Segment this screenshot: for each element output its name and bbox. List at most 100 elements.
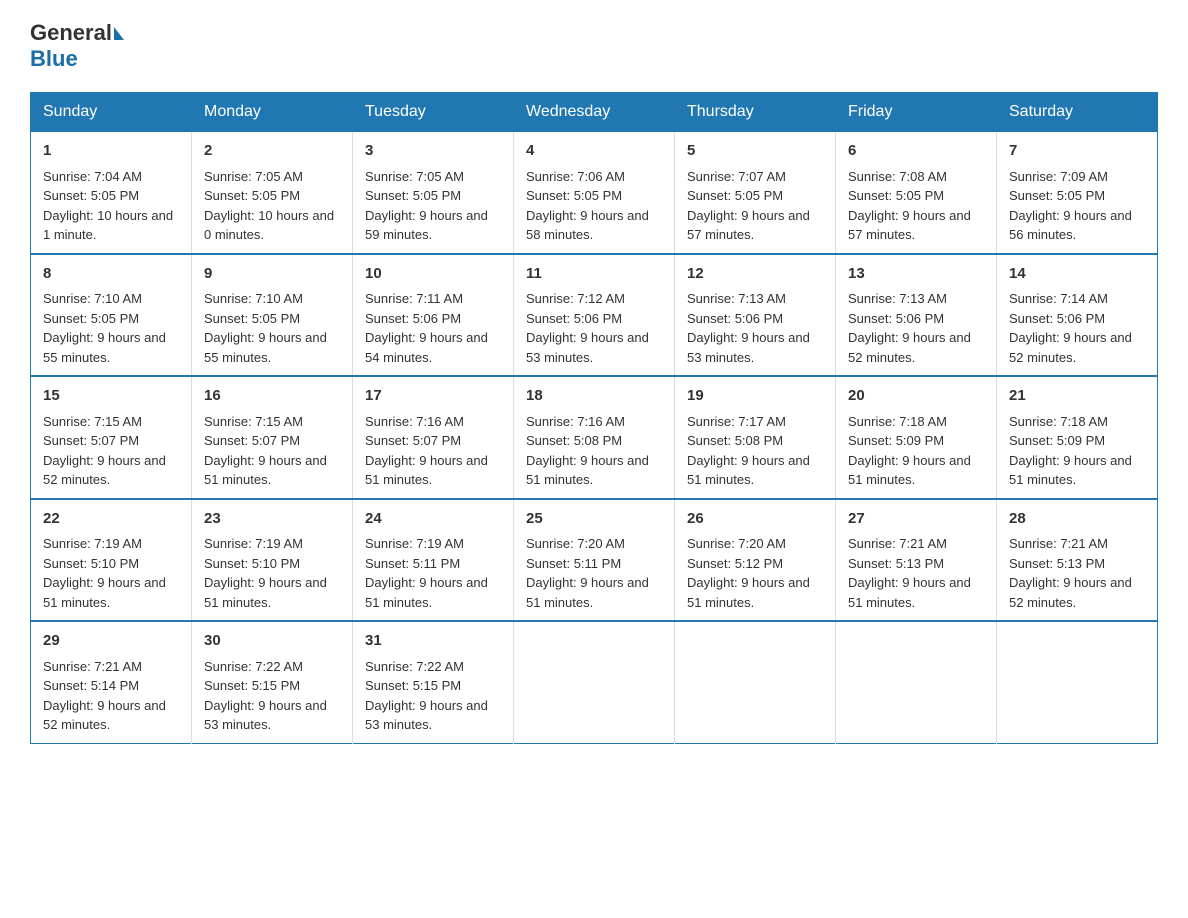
logo: General Blue: [30, 20, 126, 72]
day-info: Sunrise: 7:14 AMSunset: 5:06 PMDaylight:…: [1009, 291, 1132, 365]
calendar-day-cell: 17 Sunrise: 7:16 AMSunset: 5:07 PMDayligh…: [353, 376, 514, 499]
logo-blue-row: Blue: [30, 46, 78, 72]
calendar-day-cell: 2 Sunrise: 7:05 AMSunset: 5:05 PMDaylight…: [192, 132, 353, 254]
day-info: Sunrise: 7:06 AMSunset: 5:05 PMDaylight:…: [526, 169, 649, 243]
header-row: SundayMondayTuesdayWednesdayThursdayFrid…: [31, 93, 1158, 132]
day-info: Sunrise: 7:19 AMSunset: 5:10 PMDaylight:…: [204, 536, 327, 610]
calendar-day-cell: 1Sunrise: 7:04 AMSunset: 5:05 PMDaylight…: [31, 132, 192, 254]
day-number: 12: [687, 263, 823, 286]
logo-row: General: [30, 20, 126, 46]
logo-blue-text: Blue: [30, 46, 78, 71]
day-info: Sunrise: 7:07 AMSunset: 5:05 PMDaylight:…: [687, 169, 810, 243]
calendar-day-cell: 24 Sunrise: 7:19 AMSunset: 5:11 PMDayligh…: [353, 499, 514, 622]
day-number: 20: [848, 385, 984, 408]
day-info: Sunrise: 7:11 AMSunset: 5:06 PMDaylight:…: [365, 291, 488, 365]
calendar-week-row: 8 Sunrise: 7:10 AMSunset: 5:05 PMDaylight…: [31, 254, 1158, 377]
day-number: 13: [848, 263, 984, 286]
day-number: 10: [365, 263, 501, 286]
calendar-day-cell: 11 Sunrise: 7:12 AMSunset: 5:06 PMDayligh…: [514, 254, 675, 377]
day-info: Sunrise: 7:22 AMSunset: 5:15 PMDaylight:…: [365, 659, 488, 733]
day-number: 27: [848, 508, 984, 531]
calendar-body: 1Sunrise: 7:04 AMSunset: 5:05 PMDaylight…: [31, 132, 1158, 744]
calendar-day-cell: 25Sunrise: 7:20 AMSunset: 5:11 PMDayligh…: [514, 499, 675, 622]
day-info: Sunrise: 7:18 AMSunset: 5:09 PMDaylight:…: [848, 414, 971, 488]
day-number: 3: [365, 140, 501, 163]
calendar-day-cell: 14 Sunrise: 7:14 AMSunset: 5:06 PMDayligh…: [997, 254, 1158, 377]
page-header: General Blue: [30, 20, 1158, 72]
header-day-monday: Monday: [192, 93, 353, 132]
day-number: 21: [1009, 385, 1145, 408]
calendar-day-cell: 31 Sunrise: 7:22 AMSunset: 5:15 PMDayligh…: [353, 621, 514, 743]
calendar-day-cell: 15 Sunrise: 7:15 AMSunset: 5:07 PMDayligh…: [31, 376, 192, 499]
day-info: Sunrise: 7:16 AMSunset: 5:07 PMDaylight:…: [365, 414, 488, 488]
header-day-friday: Friday: [836, 93, 997, 132]
day-info: Sunrise: 7:13 AMSunset: 5:06 PMDaylight:…: [848, 291, 971, 365]
calendar-day-cell: 12 Sunrise: 7:13 AMSunset: 5:06 PMDayligh…: [675, 254, 836, 377]
day-number: 25: [526, 508, 662, 531]
day-info: Sunrise: 7:13 AMSunset: 5:06 PMDaylight:…: [687, 291, 810, 365]
calendar-day-cell: 29 Sunrise: 7:21 AMSunset: 5:14 PMDayligh…: [31, 621, 192, 743]
day-info: Sunrise: 7:05 AMSunset: 5:05 PMDaylight:…: [204, 169, 334, 243]
day-info: Sunrise: 7:17 AMSunset: 5:08 PMDaylight:…: [687, 414, 810, 488]
day-number: 5: [687, 140, 823, 163]
day-number: 18: [526, 385, 662, 408]
day-info: Sunrise: 7:10 AMSunset: 5:05 PMDaylight:…: [204, 291, 327, 365]
day-number: 4: [526, 140, 662, 163]
calendar-day-cell: 22Sunrise: 7:19 AMSunset: 5:10 PMDayligh…: [31, 499, 192, 622]
calendar-day-cell: 6 Sunrise: 7:08 AMSunset: 5:05 PMDaylight…: [836, 132, 997, 254]
calendar-day-cell: 27 Sunrise: 7:21 AMSunset: 5:13 PMDayligh…: [836, 499, 997, 622]
day-info: Sunrise: 7:10 AMSunset: 5:05 PMDaylight:…: [43, 291, 166, 365]
day-number: 30: [204, 630, 340, 653]
day-info: Sunrise: 7:21 AMSunset: 5:13 PMDaylight:…: [848, 536, 971, 610]
calendar-day-cell: 26 Sunrise: 7:20 AMSunset: 5:12 PMDayligh…: [675, 499, 836, 622]
day-number: 14: [1009, 263, 1145, 286]
header-day-tuesday: Tuesday: [353, 93, 514, 132]
empty-cell: [997, 621, 1158, 743]
day-number: 2: [204, 140, 340, 163]
day-number: 16: [204, 385, 340, 408]
day-info: Sunrise: 7:21 AMSunset: 5:13 PMDaylight:…: [1009, 536, 1132, 610]
calendar-week-row: 15 Sunrise: 7:15 AMSunset: 5:07 PMDayligh…: [31, 376, 1158, 499]
day-number: 15: [43, 385, 179, 408]
logo-general-text: General: [30, 20, 112, 46]
day-info: Sunrise: 7:16 AMSunset: 5:08 PMDaylight:…: [526, 414, 649, 488]
day-number: 24: [365, 508, 501, 531]
day-info: Sunrise: 7:05 AMSunset: 5:05 PMDaylight:…: [365, 169, 488, 243]
day-number: 17: [365, 385, 501, 408]
calendar-day-cell: 16 Sunrise: 7:15 AMSunset: 5:07 PMDayligh…: [192, 376, 353, 499]
calendar-header: SundayMondayTuesdayWednesdayThursdayFrid…: [31, 93, 1158, 132]
header-day-saturday: Saturday: [997, 93, 1158, 132]
calendar-day-cell: 8 Sunrise: 7:10 AMSunset: 5:05 PMDaylight…: [31, 254, 192, 377]
calendar-week-row: 22Sunrise: 7:19 AMSunset: 5:10 PMDayligh…: [31, 499, 1158, 622]
header-day-sunday: Sunday: [31, 93, 192, 132]
calendar-day-cell: 21Sunrise: 7:18 AMSunset: 5:09 PMDayligh…: [997, 376, 1158, 499]
day-info: Sunrise: 7:20 AMSunset: 5:12 PMDaylight:…: [687, 536, 810, 610]
day-number: 26: [687, 508, 823, 531]
day-info: Sunrise: 7:15 AMSunset: 5:07 PMDaylight:…: [204, 414, 327, 488]
day-info: Sunrise: 7:04 AMSunset: 5:05 PMDaylight:…: [43, 169, 173, 243]
calendar-day-cell: 30Sunrise: 7:22 AMSunset: 5:15 PMDayligh…: [192, 621, 353, 743]
day-number: 8: [43, 263, 179, 286]
day-info: Sunrise: 7:19 AMSunset: 5:11 PMDaylight:…: [365, 536, 488, 610]
calendar-day-cell: 28Sunrise: 7:21 AMSunset: 5:13 PMDayligh…: [997, 499, 1158, 622]
day-info: Sunrise: 7:12 AMSunset: 5:06 PMDaylight:…: [526, 291, 649, 365]
logo-arrow-icon: [114, 27, 124, 40]
calendar-day-cell: 7 Sunrise: 7:09 AMSunset: 5:05 PMDaylight…: [997, 132, 1158, 254]
day-number: 31: [365, 630, 501, 653]
header-day-wednesday: Wednesday: [514, 93, 675, 132]
day-info: Sunrise: 7:09 AMSunset: 5:05 PMDaylight:…: [1009, 169, 1132, 243]
calendar-table: SundayMondayTuesdayWednesdayThursdayFrid…: [30, 92, 1158, 744]
calendar-day-cell: 10 Sunrise: 7:11 AMSunset: 5:06 PMDayligh…: [353, 254, 514, 377]
day-number: 23: [204, 508, 340, 531]
day-number: 6: [848, 140, 984, 163]
calendar-day-cell: 18 Sunrise: 7:16 AMSunset: 5:08 PMDayligh…: [514, 376, 675, 499]
day-number: 11: [526, 263, 662, 286]
day-info: Sunrise: 7:15 AMSunset: 5:07 PMDaylight:…: [43, 414, 166, 488]
calendar-day-cell: 3 Sunrise: 7:05 AMSunset: 5:05 PMDaylight…: [353, 132, 514, 254]
day-info: Sunrise: 7:21 AMSunset: 5:14 PMDaylight:…: [43, 659, 166, 733]
day-number: 7: [1009, 140, 1145, 163]
empty-cell: [675, 621, 836, 743]
day-number: 29: [43, 630, 179, 653]
empty-cell: [514, 621, 675, 743]
day-info: Sunrise: 7:08 AMSunset: 5:05 PMDaylight:…: [848, 169, 971, 243]
